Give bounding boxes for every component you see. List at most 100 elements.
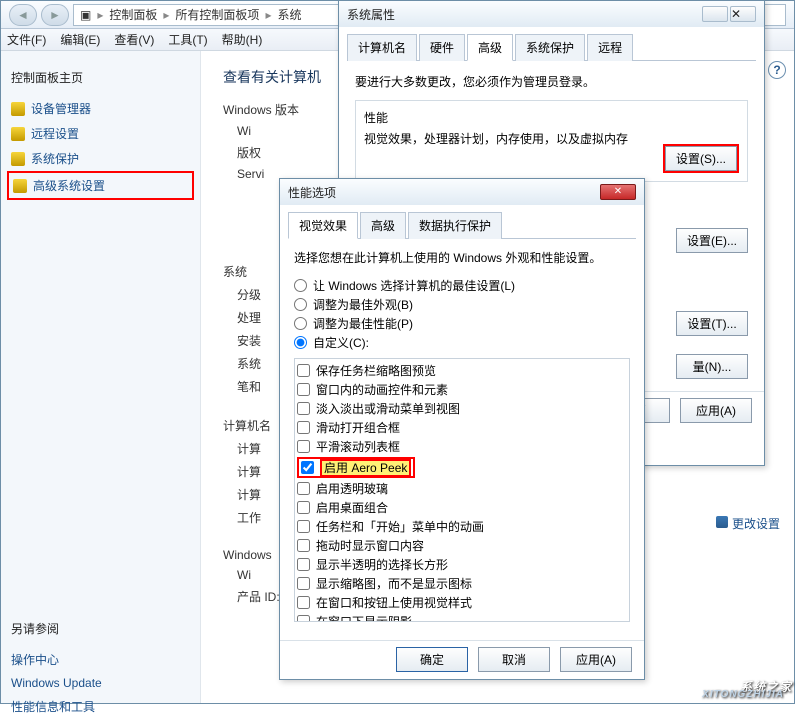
- sidebar-title: 控制面板主页: [11, 69, 190, 86]
- apply-button[interactable]: 应用(A): [680, 398, 752, 423]
- help-icon[interactable]: ?: [768, 61, 786, 79]
- checkbox-input[interactable]: [301, 461, 314, 474]
- checklist-item[interactable]: 窗口内的动画控件和元素: [297, 380, 627, 399]
- tab-computer-name[interactable]: 计算机名: [347, 34, 417, 61]
- see-also-windows-update[interactable]: Windows Update: [7, 672, 194, 694]
- nav-forward-button[interactable]: ►: [41, 4, 69, 26]
- sidebar-item-label: 系统保护: [31, 150, 79, 167]
- tab-advanced[interactable]: 高级: [467, 34, 513, 61]
- checkbox-label: 淡入淡出或滑动菜单到视图: [316, 400, 460, 417]
- checkbox-input[interactable]: [297, 577, 310, 590]
- breadcrumb[interactable]: 所有控制面板项: [175, 6, 259, 23]
- radio-input[interactable]: [294, 336, 307, 349]
- perf-settings-button[interactable]: 设置(S)...: [665, 146, 737, 171]
- radio-label: 调整为最佳外观(B): [313, 296, 413, 313]
- menu-tools[interactable]: 工具(T): [168, 31, 207, 48]
- see-also-block: 另请参阅 操作中心 Windows Update 性能信息和工具: [7, 620, 194, 719]
- checkbox-input[interactable]: [297, 402, 310, 415]
- tab-remote[interactable]: 远程: [587, 34, 633, 61]
- radio-option[interactable]: 调整为最佳外观(B): [294, 295, 630, 314]
- radio-input[interactable]: [294, 298, 307, 311]
- userprofile-settings-button[interactable]: 设置(E)...: [676, 228, 748, 253]
- shield-icon: [11, 102, 25, 116]
- checklist-item[interactable]: 启用透明玻璃: [297, 479, 627, 498]
- sidebar-item-protection[interactable]: 系统保护: [7, 146, 194, 171]
- cancel-button[interactable]: 取消: [478, 647, 550, 672]
- checklist-item[interactable]: 在窗口下显示阴影: [297, 612, 627, 622]
- menu-view[interactable]: 查看(V): [114, 31, 154, 48]
- tab-hardware[interactable]: 硬件: [419, 34, 465, 61]
- checklist-item[interactable]: 启用 Aero Peek: [297, 456, 627, 479]
- sidebar-item-device-manager[interactable]: 设备管理器: [7, 96, 194, 121]
- dialog-title: 系统属性: [347, 6, 395, 23]
- checkbox-input[interactable]: [297, 615, 310, 622]
- radio-option[interactable]: 让 Windows 选择计算机的最佳设置(L): [294, 276, 630, 295]
- checklist-item[interactable]: 显示缩略图，而不是显示图标: [297, 574, 627, 593]
- radio-label: 调整为最佳性能(P): [313, 315, 413, 332]
- sidebar-item-advanced[interactable]: 高级系统设置: [7, 171, 194, 200]
- checkbox-input[interactable]: [297, 558, 310, 571]
- change-settings-link[interactable]: 更改设置: [716, 515, 780, 532]
- tab-visual-effects[interactable]: 视觉效果: [288, 212, 358, 239]
- see-also-perf-info[interactable]: 性能信息和工具: [7, 694, 194, 719]
- tab-content-visual-effects: 选择您想在此计算机上使用的 Windows 外观和性能设置。 让 Windows…: [280, 239, 644, 640]
- shield-icon: [11, 127, 25, 141]
- breadcrumb[interactable]: 控制面板: [109, 6, 157, 23]
- startup-settings-button[interactable]: 设置(T)...: [676, 311, 748, 336]
- checkbox-label: 窗口内的动画控件和元素: [316, 381, 448, 398]
- sidebar: 控制面板主页 设备管理器 远程设置 系统保护 高级系统设置 另请参阅 操作中心 …: [1, 51, 201, 703]
- checklist-item[interactable]: 保存任务栏缩略图预览: [297, 361, 627, 380]
- tab-advanced[interactable]: 高级: [360, 212, 406, 239]
- close-button[interactable]: ✕: [600, 184, 636, 200]
- shield-icon: [11, 152, 25, 166]
- checklist-item[interactable]: 显示半透明的选择长方形: [297, 555, 627, 574]
- checklist-item[interactable]: 淡入淡出或滑动菜单到视图: [297, 399, 627, 418]
- envvars-button[interactable]: 量(N)...: [676, 354, 748, 379]
- menu-help[interactable]: 帮助(H): [222, 31, 263, 48]
- checklist-item[interactable]: 滑动打开组合框: [297, 418, 627, 437]
- menu-edit[interactable]: 编辑(E): [60, 31, 100, 48]
- apply-button[interactable]: 应用(A): [560, 647, 632, 672]
- checkbox-label: 在窗口下显示阴影: [316, 613, 412, 622]
- nav-back-button[interactable]: ◄: [9, 4, 37, 26]
- radio-option[interactable]: 自定义(C):: [294, 333, 630, 352]
- menu-file[interactable]: 文件(F): [7, 31, 46, 48]
- sysprops-tabs: 计算机名 硬件 高级 系统保护 远程: [347, 33, 756, 61]
- ok-button[interactable]: 确定: [396, 647, 468, 672]
- sidebar-item-label: 设备管理器: [31, 100, 91, 117]
- radio-input[interactable]: [294, 279, 307, 292]
- radio-option[interactable]: 调整为最佳性能(P): [294, 314, 630, 333]
- checklist-item[interactable]: 在窗口和按钮上使用视觉样式: [297, 593, 627, 612]
- checkbox-input[interactable]: [297, 421, 310, 434]
- radio-input[interactable]: [294, 317, 307, 330]
- tab-protection[interactable]: 系统保护: [515, 34, 585, 61]
- checkbox-input[interactable]: [297, 501, 310, 514]
- tab-dep[interactable]: 数据执行保护: [408, 212, 502, 239]
- checkbox-input[interactable]: [297, 383, 310, 396]
- breadcrumb[interactable]: 系统: [277, 6, 301, 23]
- checkbox-label: 启用桌面组合: [316, 499, 388, 516]
- checklist-item[interactable]: 启用桌面组合: [297, 498, 627, 517]
- effects-checklist[interactable]: 保存任务栏缩略图预览窗口内的动画控件和元素淡入淡出或滑动菜单到视图滑动打开组合框…: [294, 358, 630, 622]
- sidebar-item-label: 高级系统设置: [33, 177, 105, 194]
- checkbox-input[interactable]: [297, 520, 310, 533]
- checklist-item[interactable]: 平滑滚动列表框: [297, 437, 627, 456]
- sidebar-item-remote[interactable]: 远程设置: [7, 121, 194, 146]
- checkbox-label: 显示缩略图，而不是显示图标: [316, 575, 472, 592]
- checkbox-input[interactable]: [297, 596, 310, 609]
- checklist-item[interactable]: 任务栏和「开始」菜单中的动画: [297, 517, 627, 536]
- sidebar-item-label: 性能信息和工具: [11, 698, 95, 715]
- checklist-item[interactable]: 拖动时显示窗口内容: [297, 536, 627, 555]
- checkbox-input[interactable]: [297, 440, 310, 453]
- checkbox-label: 拖动时显示窗口内容: [316, 537, 424, 554]
- performance-group: 性能 视觉效果，处理器计划，内存使用，以及虚拟内存 设置(S)...: [355, 100, 748, 182]
- sidebar-item-label: 操作中心: [11, 651, 59, 668]
- checkbox-label: 保存任务栏缩略图预览: [316, 362, 436, 379]
- checkbox-input[interactable]: [297, 482, 310, 495]
- see-also-action-center[interactable]: 操作中心: [7, 647, 194, 672]
- checkbox-input[interactable]: [297, 539, 310, 552]
- help-button[interactable]: [702, 6, 728, 22]
- checkbox-input[interactable]: [297, 364, 310, 377]
- close-button[interactable]: ✕: [730, 6, 756, 22]
- group-title: 性能: [364, 109, 739, 126]
